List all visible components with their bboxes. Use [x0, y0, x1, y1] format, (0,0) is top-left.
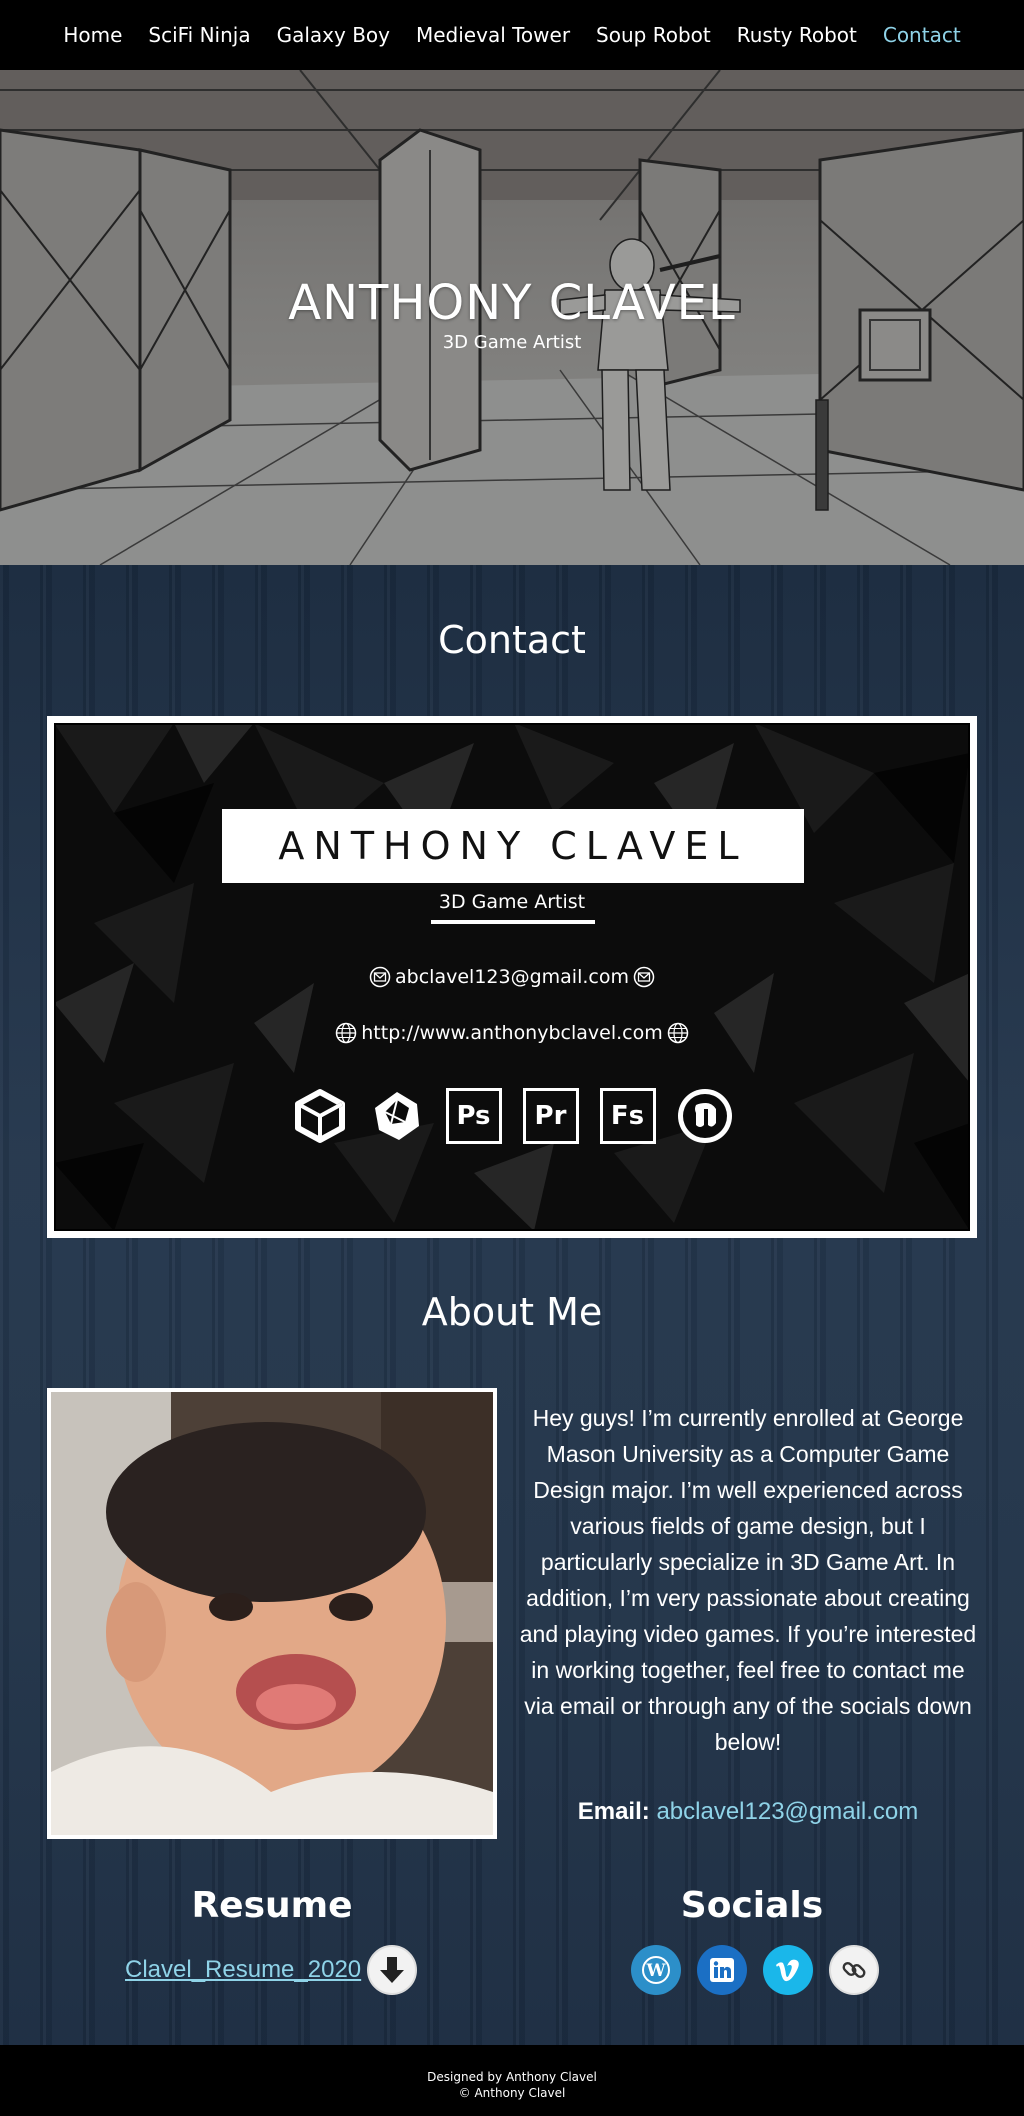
- about-text: Hey guys! I’m currently enrolled at Geor…: [519, 1405, 977, 1755]
- resume-link[interactable]: Clavel_Resume_2020: [125, 1956, 361, 1984]
- contact-heading: Contact: [438, 618, 586, 662]
- zbrush-icon: [368, 1087, 426, 1145]
- about-email-line: Email: abclavel123@gmail.com: [518, 1798, 978, 1826]
- footer: Designed by Anthony Clavel © Anthony Cla…: [0, 2045, 1024, 2116]
- footer-copyright: © Anthony Clavel: [458, 2086, 566, 2100]
- download-button[interactable]: [367, 1945, 417, 1995]
- footer-designed-by: Designed by Anthony Clavel: [427, 2070, 597, 2084]
- profile-photo: [47, 1388, 497, 1839]
- envelope-icon: [369, 966, 391, 988]
- card-role: 3D Game Artist: [438, 891, 586, 913]
- website-link-button[interactable]: [829, 1945, 879, 1995]
- link-icon: [842, 1962, 866, 1978]
- hero-subtitle: 3D Game Artist: [442, 332, 582, 353]
- nav-medieval-tower[interactable]: Medieval Tower: [403, 23, 583, 47]
- card-website[interactable]: http://www.anthonybclavel.com: [361, 1022, 662, 1044]
- nav-home[interactable]: Home: [50, 23, 135, 47]
- globe-icon: [667, 1022, 688, 1044]
- unity-icon: [291, 1087, 349, 1145]
- wordpress-button[interactable]: W: [631, 1945, 681, 1995]
- card-email-line: abclavel123@gmail.com: [54, 966, 970, 988]
- svg-text:W: W: [645, 1961, 666, 1981]
- card-name: ANTHONY CLAVEL: [278, 824, 748, 868]
- envelope-icon: [633, 966, 655, 988]
- resume-heading: Resume: [191, 1885, 353, 1926]
- card-email[interactable]: abclavel123@gmail.com: [395, 966, 629, 988]
- premiere-icon: Pr: [522, 1087, 580, 1145]
- socials-heading: Socials: [680, 1885, 824, 1926]
- card-website-line: http://www.anthonybclavel.com: [54, 1022, 970, 1044]
- globe-icon: [336, 1022, 357, 1044]
- download-arrow-icon: [380, 1957, 404, 1983]
- card-name-box: ANTHONY CLAVEL: [222, 809, 804, 883]
- nav-galaxy-boy[interactable]: Galaxy Boy: [264, 23, 403, 47]
- photoshop-icon: Ps: [445, 1087, 503, 1145]
- about-heading: About Me: [421, 1290, 603, 1334]
- about-email-label: Email:: [577, 1798, 650, 1825]
- vimeo-button[interactable]: [763, 1945, 813, 1995]
- main-nav: Home SciFi Ninja Galaxy Boy Medieval Tow…: [0, 0, 1024, 70]
- vimeo-icon: [776, 1959, 799, 1982]
- card-role-underline: [431, 920, 595, 924]
- hero-title: ANTHONY CLAVEL: [288, 275, 736, 331]
- linkedin-icon: [710, 1958, 734, 1982]
- wordpress-icon: W: [642, 1956, 670, 1984]
- nav-contact[interactable]: Contact: [870, 23, 974, 47]
- business-card: ANTHONY CLAVEL 3D Game Artist abclavel12…: [47, 716, 977, 1238]
- nav-scifi-ninja[interactable]: SciFi Ninja: [135, 23, 263, 47]
- fuse-icon: Fs: [599, 1087, 657, 1145]
- nav-soup-robot[interactable]: Soup Robot: [583, 23, 724, 47]
- software-tools: Ps Pr Fs: [54, 1086, 970, 1146]
- linkedin-button[interactable]: [697, 1945, 747, 1995]
- about-email-link[interactable]: abclavel123@gmail.com: [656, 1798, 918, 1825]
- nav-rusty-robot[interactable]: Rusty Robot: [724, 23, 870, 47]
- hero-banner: ANTHONY CLAVEL 3D Game Artist: [0, 70, 1024, 565]
- unreal-icon: [676, 1087, 734, 1145]
